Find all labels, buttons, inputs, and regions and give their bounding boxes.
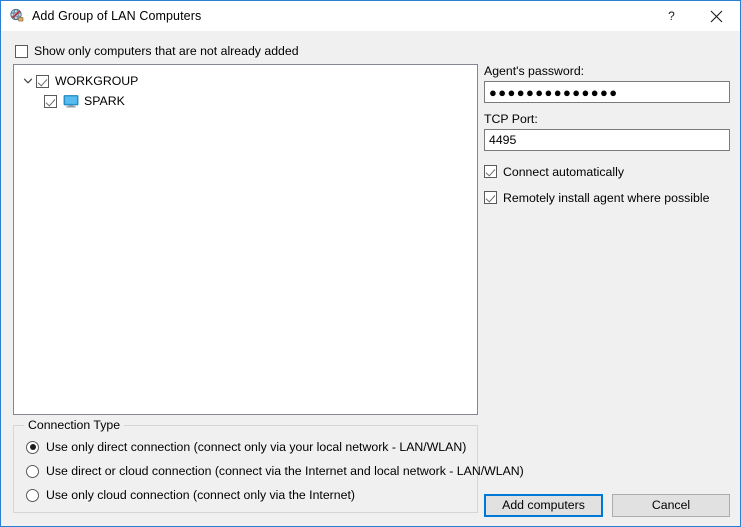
radio-use-only-cloud[interactable]: Use only cloud connection (connect only …	[14, 483, 477, 507]
radio-use-direct-or-cloud[interactable]: Use direct or cloud connection (connect …	[14, 459, 477, 483]
radio-glyph	[26, 441, 39, 454]
agent-settings-pane: Agent's password: TCP Port: Connect auto…	[484, 64, 730, 207]
window-title: Add Group of LAN Computers	[32, 9, 201, 23]
radio-label-use-direct-or-cloud: Use direct or cloud connection (connect …	[46, 464, 524, 478]
checkbox-glyph	[484, 191, 497, 204]
show-only-not-added-label: Show only computers that are not already…	[34, 44, 299, 58]
monitor-icon	[63, 93, 79, 109]
connection-type-group: Connection Type Use only direct connecti…	[13, 425, 478, 513]
chevron-down-icon[interactable]	[20, 73, 36, 89]
question-mark-icon: ?	[665, 9, 678, 23]
checkbox-glyph	[484, 165, 497, 178]
svg-text:?: ?	[668, 9, 675, 23]
tree-label-spark: SPARK	[84, 94, 125, 108]
network-globe-icon	[9, 8, 25, 24]
tree-item-workgroup[interactable]: WORKGROUP	[14, 71, 477, 91]
radio-label-use-only-cloud: Use only cloud connection (connect only …	[46, 488, 355, 502]
radio-glyph	[26, 489, 39, 502]
radio-glyph	[26, 465, 39, 478]
dialog-window: Add Group of LAN Computers ? Show only c…	[0, 0, 741, 527]
tcp-port-label: TCP Port:	[484, 112, 730, 126]
agent-password-label: Agent's password:	[484, 64, 730, 78]
tcp-port-input[interactable]	[484, 129, 730, 151]
radio-use-only-direct[interactable]: Use only direct connection (connect only…	[14, 435, 477, 459]
remote-install-agent-checkbox[interactable]: Remotely install agent where possible	[484, 188, 730, 207]
show-only-not-added-checkbox[interactable]: Show only computers that are not already…	[15, 44, 299, 58]
agent-password-input[interactable]	[484, 81, 730, 103]
help-button[interactable]: ?	[649, 1, 694, 31]
close-icon	[710, 10, 723, 23]
cancel-button[interactable]: Cancel	[612, 494, 730, 517]
checkbox-glyph	[15, 45, 28, 58]
remote-install-agent-label: Remotely install agent where possible	[503, 191, 709, 205]
add-computers-button[interactable]: Add computers	[484, 494, 603, 517]
title-bar: Add Group of LAN Computers ?	[1, 1, 740, 31]
computer-tree-panel[interactable]: WORKGROUP SPARK	[13, 64, 478, 415]
connect-automatically-label: Connect automatically	[503, 165, 624, 179]
tree-checkbox-spark[interactable]	[44, 95, 57, 108]
tree-item-spark[interactable]: SPARK	[14, 91, 477, 111]
close-button[interactable]	[694, 1, 739, 31]
tree-label-workgroup: WORKGROUP	[55, 74, 138, 88]
tree-checkbox-workgroup[interactable]	[36, 75, 49, 88]
connect-automatically-checkbox[interactable]: Connect automatically	[484, 162, 730, 181]
connection-type-group-title: Connection Type	[24, 418, 124, 432]
radio-label-use-only-direct: Use only direct connection (connect only…	[46, 440, 466, 454]
